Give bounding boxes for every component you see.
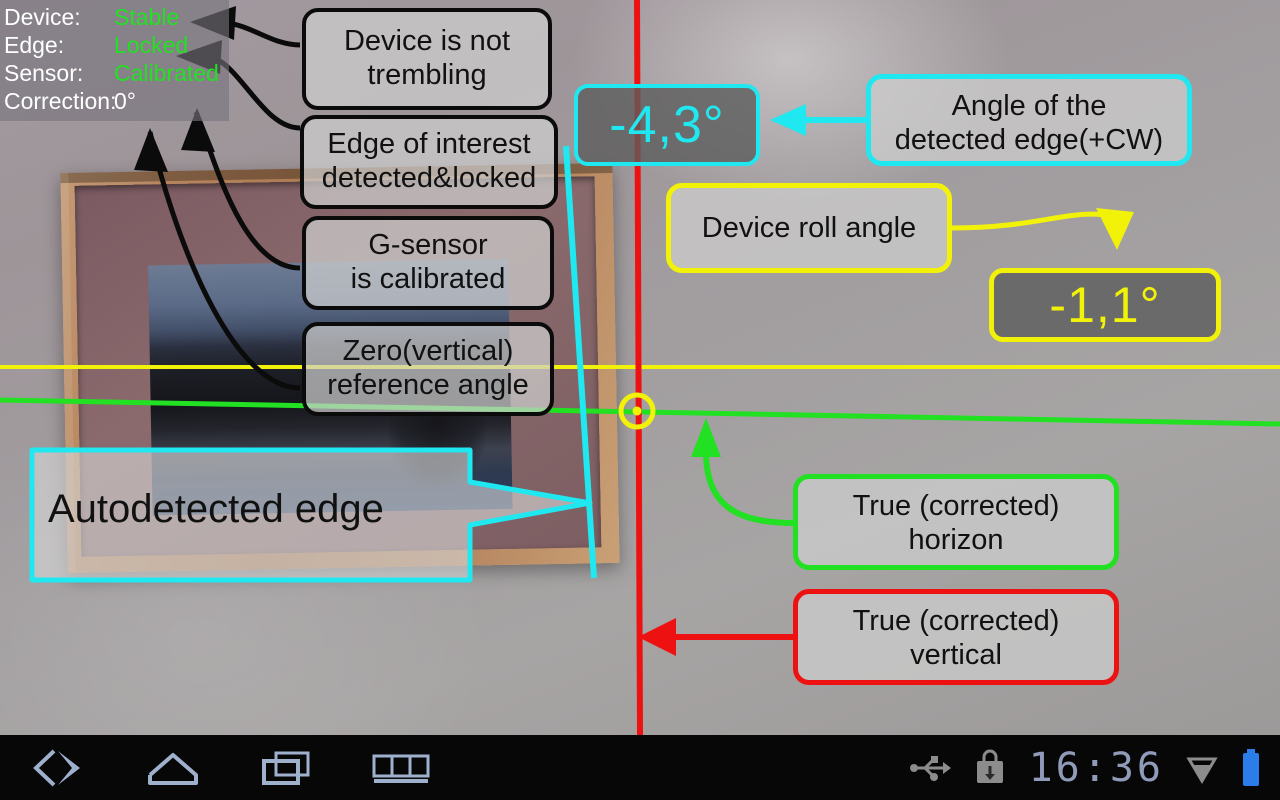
callout-true-vertical-line1: True (corrected) xyxy=(852,605,1060,637)
callout-edge-of-interest-line2: detected&locked xyxy=(321,162,537,195)
callout-true-horizon-line2: horizon xyxy=(908,524,1004,557)
battery-icon xyxy=(1240,748,1262,788)
camera-viewfinder[interactable]: Device: Stable Edge: Locked Sensor: Cali… xyxy=(0,0,1280,735)
back-button[interactable] xyxy=(26,745,92,791)
home-button[interactable] xyxy=(140,745,206,791)
callout-zero-reference-line2: reference angle xyxy=(327,369,529,402)
back-chevron-icon xyxy=(33,749,80,786)
system-status-group: 16:36 xyxy=(909,745,1280,791)
true-vertical-arrow xyxy=(638,618,793,656)
callout-device-trembling-line2: trembling xyxy=(367,59,487,92)
home-icon xyxy=(148,752,198,785)
callout-angle-detected-edge-line2: detected edge(+CW) xyxy=(894,124,1164,157)
status-row-edge: Edge: Locked xyxy=(4,31,219,59)
callout-edge-of-interest: Edge of interest detected&locked xyxy=(300,115,558,209)
wifi-icon xyxy=(1186,752,1218,784)
status-row-correction: Correction: 0° xyxy=(4,87,219,115)
device-roll-angle-readout: -1,1° xyxy=(989,268,1221,342)
android-navigation-bar: 16:36 xyxy=(0,735,1280,800)
detected-edge-angle-readout: -4,3° xyxy=(574,84,760,166)
callout-edge-of-interest-line1: Edge of interest xyxy=(327,128,531,160)
callout-true-vertical-line2: vertical xyxy=(910,639,1002,672)
status-row-sensor: Sensor: Calibrated xyxy=(4,59,219,87)
status-row-device: Device: Stable xyxy=(4,3,219,31)
status-panel: Device: Stable Edge: Locked Sensor: Cali… xyxy=(0,0,229,122)
grid-menu-icon xyxy=(372,754,430,783)
callout-g-sensor-line1: G-sensor xyxy=(368,229,488,261)
edge-angle-arrow xyxy=(770,104,866,136)
detected-edge-angle-value: -4,3° xyxy=(609,96,725,154)
callout-device-trembling: Device is not trembling xyxy=(302,8,552,110)
download-bag-icon xyxy=(973,749,1007,787)
status-label-sensor: Sensor: xyxy=(4,60,84,87)
callout-g-sensor-line2: is calibrated xyxy=(350,263,506,296)
status-label-correction: Correction: xyxy=(4,88,117,115)
callout-device-roll-angle-line1: Device roll angle xyxy=(701,211,917,244)
menu-button[interactable] xyxy=(368,745,434,791)
callout-true-vertical: True (corrected) vertical xyxy=(793,589,1119,685)
status-value-device: Stable xyxy=(114,4,180,30)
usb-icon xyxy=(909,753,951,783)
detected-edge-line xyxy=(563,145,597,579)
callout-angle-detected-edge: Angle of the detected edge(+CW) xyxy=(866,74,1192,166)
callout-g-sensor: G-sensor is calibrated xyxy=(302,216,554,310)
true-horizon-arrow xyxy=(691,418,795,526)
callout-device-roll-angle: Device roll angle xyxy=(666,183,952,273)
callout-zero-reference-line1: Zero(vertical) xyxy=(342,335,514,367)
status-label-device: Device: xyxy=(4,4,81,30)
callout-angle-detected-edge-line1: Angle of the xyxy=(951,90,1107,122)
status-value-edge: Locked xyxy=(114,32,189,59)
device-roll-angle-value: -1,1° xyxy=(1049,277,1161,333)
callout-autodetected-edge-label: Autodetected edge xyxy=(48,487,384,531)
status-clock: 16:36 xyxy=(1028,744,1164,791)
recents-button[interactable] xyxy=(254,745,320,791)
callout-true-horizon: True (corrected) horizon xyxy=(793,474,1119,570)
callout-true-horizon-line1: True (corrected) xyxy=(852,490,1060,522)
status-label-edge: Edge: xyxy=(4,32,65,59)
roll-angle-arrow xyxy=(951,208,1134,250)
nav-buttons-group xyxy=(0,745,434,791)
callout-device-trembling-line1: Device is not xyxy=(343,25,510,57)
status-value-sensor: Calibrated xyxy=(114,60,219,87)
status-value-correction: 0° xyxy=(114,88,136,115)
recents-icon xyxy=(262,751,310,785)
callout-zero-reference: Zero(vertical) reference angle xyxy=(302,322,554,416)
screen: Device: Stable Edge: Locked Sensor: Cali… xyxy=(0,0,1280,800)
